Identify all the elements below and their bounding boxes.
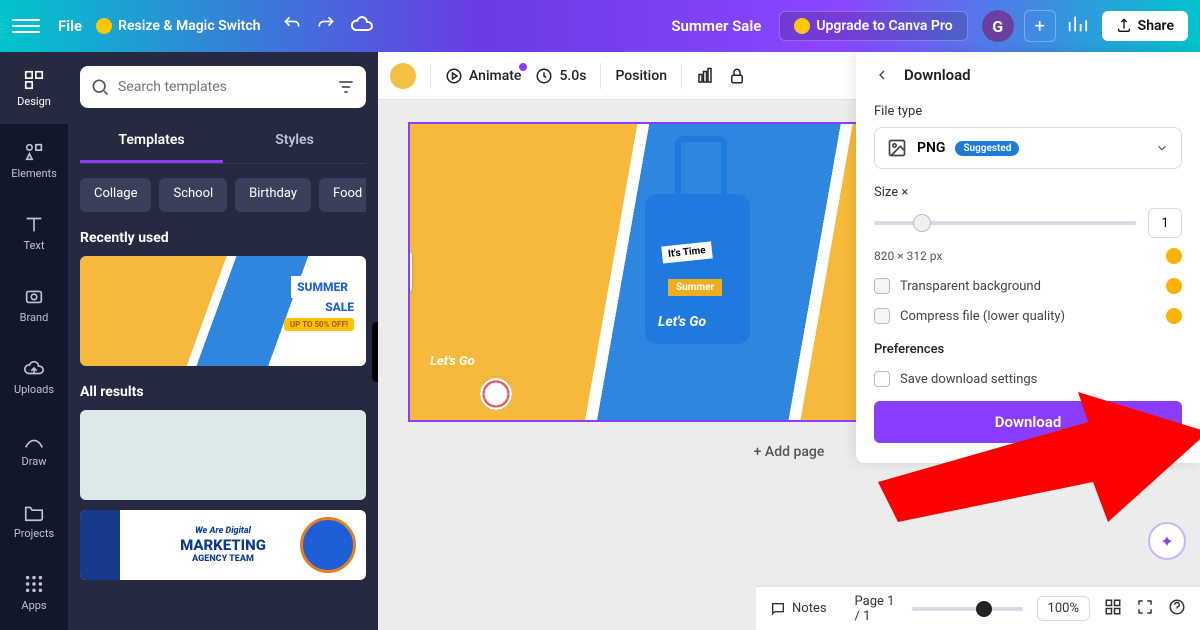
crown-icon [794,18,810,34]
zoom-slider[interactable] [912,607,1023,611]
rail-design[interactable]: Design [0,52,68,124]
chip-collage[interactable]: Collage [80,178,151,212]
template-thumb-2[interactable]: We Are Digital MARKETING AGENCY TEAM [80,510,366,580]
filetype-select[interactable]: PNG Suggested [874,127,1182,169]
document-title[interactable]: Summer Sale [671,17,761,35]
filetype-label: File type [874,104,1182,119]
sync-status-icon[interactable] [350,12,374,40]
compress-option[interactable]: Compress file (lower quality) [874,308,1182,324]
pro-badge-icon [1166,278,1182,294]
rail-brand[interactable]: Brand [0,268,68,340]
upgrade-label: Upgrade to Canva Pro [816,18,952,34]
add-member-button[interactable]: + [1024,10,1056,42]
upgrade-button[interactable]: Upgrade to Canva Pro [779,11,967,41]
notes-button[interactable]: Notes [770,601,827,617]
undo-button[interactable] [282,14,302,38]
crown-icon [96,18,112,34]
resize-magic-switch[interactable]: Resize & Magic Switch [96,18,260,34]
size-slider[interactable] [874,221,1136,225]
search-icon [90,77,110,97]
back-icon[interactable] [874,67,890,83]
grid-view-icon[interactable] [1104,598,1122,620]
bottom-bar: Notes Page 1 / 1 100% [756,586,1200,630]
animate-button[interactable]: Animate [445,67,521,85]
pro-badge-icon [1166,308,1182,324]
transparent-bg-option[interactable]: Transparent background [874,278,1182,294]
tab-styles[interactable]: Styles [223,122,366,163]
recent-heading: Recently used [80,230,366,246]
tab-templates[interactable]: Templates [80,122,223,163]
download-title: Download [904,66,971,84]
beachball-graphic [480,378,512,410]
redo-button[interactable] [316,14,336,38]
position-button[interactable]: Position [615,68,667,84]
filetype-value: PNG [917,140,945,156]
filter-icon[interactable] [336,77,356,97]
left-rail: Design Elements Text Brand Uploads Draw … [0,52,68,630]
fullscreen-icon[interactable] [1136,598,1154,620]
insights-icon[interactable] [1066,13,1088,39]
annotation-arrow-icon [878,372,1200,522]
preferences-heading: Preferences [874,342,1182,357]
file-menu[interactable]: File [58,17,82,35]
search-input[interactable] [118,79,328,95]
dimensions-text: 820 × 312 px [874,249,942,263]
menu-icon[interactable] [12,12,40,40]
zoom-percent[interactable]: 100% [1037,596,1090,621]
rail-elements[interactable]: Elements [0,124,68,196]
suggested-badge: Suggested [955,141,1019,156]
avatar[interactable]: G [982,10,1014,42]
background-color-swatch[interactable] [390,63,416,89]
top-bar: File Resize & Magic Switch Summer Sale U… [0,0,1200,52]
checkbox-icon [874,278,890,294]
rail-projects[interactable]: Projects [0,484,68,556]
summer-label: Summer [668,279,722,296]
chip-food[interactable]: Food [319,178,366,212]
transparency-icon[interactable] [696,67,714,85]
chip-birthday[interactable]: Birthday [235,178,311,212]
lets-go-label: Let's Go [658,314,706,330]
template-thumb-recent[interactable]: SUMMER SALE UP TO 50% OFF! freebiegreats… [80,256,366,366]
rail-uploads[interactable]: Uploads [0,340,68,412]
chevron-down-icon [1155,141,1169,155]
share-label: Share [1138,18,1174,34]
checkbox-icon [874,308,890,324]
share-button[interactable]: Share [1102,11,1188,41]
pro-badge-icon [1166,248,1182,264]
size-label: Size × [874,185,1182,200]
allresults-heading: All results [80,384,366,400]
canvas-area: Animate 5.0s Position It's Time Summer L… [378,52,1200,630]
animate-indicator-icon [519,63,527,71]
size-value[interactable]: 1 [1148,208,1182,238]
magic-assistant-icon[interactable]: ✦ [1148,522,1186,560]
prev-page-handle[interactable]: ‹ [408,252,412,292]
chip-school[interactable]: School [159,178,227,212]
rail-apps[interactable]: Apps [0,556,68,628]
duration-button[interactable]: 5.0s [535,67,586,85]
help-icon[interactable] [1168,598,1186,620]
rail-text[interactable]: Text [0,196,68,268]
rail-draw[interactable]: Draw [0,412,68,484]
template-thumb-1[interactable] [80,410,366,500]
search-field[interactable] [80,66,366,108]
resize-label: Resize & Magic Switch [118,18,260,34]
image-icon [887,138,907,158]
page-count[interactable]: Page 1 / 1 [855,594,899,624]
add-page-button[interactable]: + Add page [754,444,825,460]
templates-panel: Templates Styles Collage School Birthday… [68,52,378,630]
lets-go-label-2: Let's Go [430,354,475,369]
lock-icon[interactable] [728,67,746,85]
